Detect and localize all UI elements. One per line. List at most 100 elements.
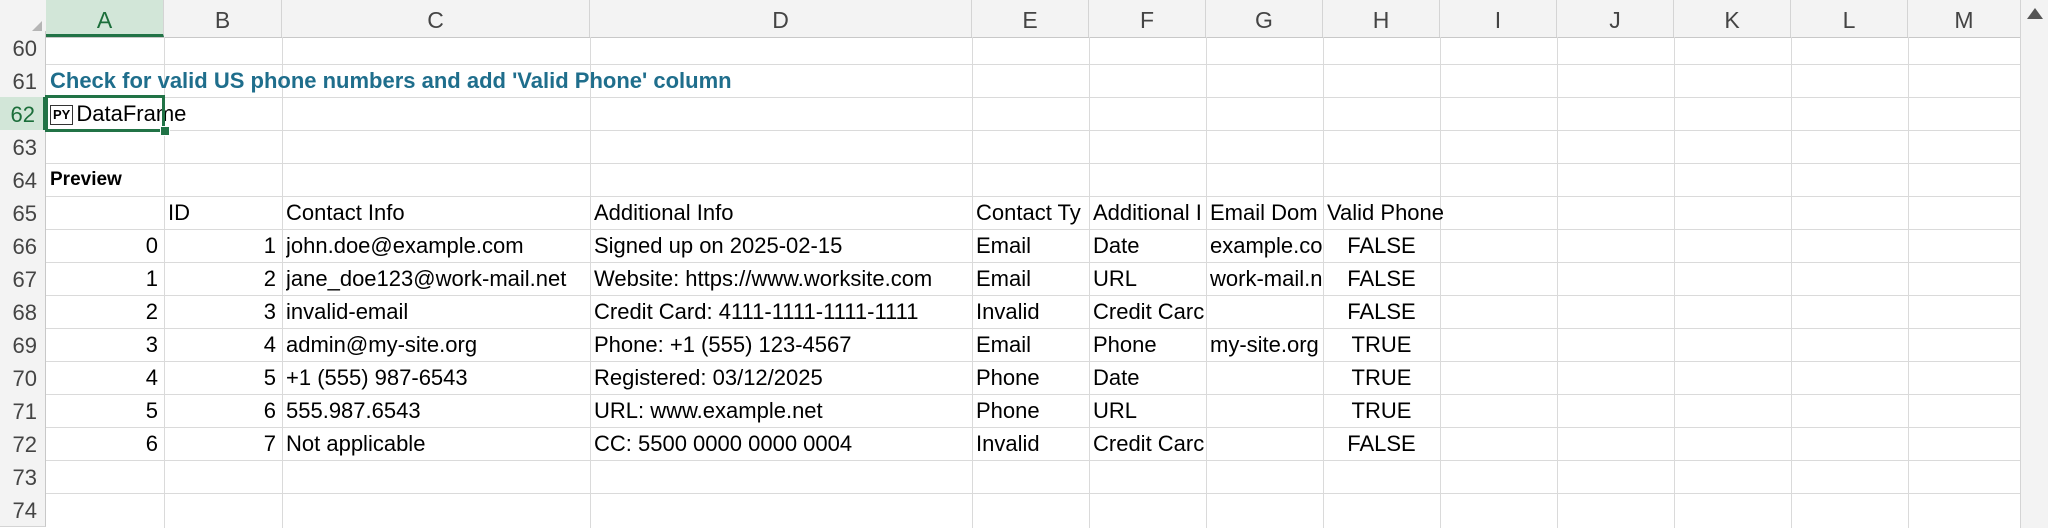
column-header-i[interactable]: I [1440,0,1557,37]
row-header-64[interactable]: 64 [0,163,46,197]
table-cell-type[interactable]: Email [976,262,1088,295]
row-header-65[interactable]: 65 [0,196,46,230]
table-cell-id[interactable]: 7 [164,427,282,460]
table-header-valid-phone[interactable]: Valid Phone [1327,196,1467,229]
row-header-72[interactable]: 72 [0,427,46,461]
column-header-b[interactable]: B [164,0,282,37]
grid-line [46,130,2021,131]
table-cell-valid[interactable]: TRUE [1323,394,1440,427]
row-header-71[interactable]: 71 [0,394,46,428]
table-cell-type[interactable]: Phone [976,394,1088,427]
table-cell-domain[interactable] [1210,394,1322,427]
table-cell-contact[interactable]: john.doe@example.com [286,229,588,262]
table-cell-index[interactable]: 0 [46,229,164,262]
table-cell-additional[interactable]: URL [1093,262,1205,295]
table-cell-domain[interactable] [1210,427,1322,460]
fill-handle[interactable] [160,126,170,136]
table-cell-index[interactable]: 1 [46,262,164,295]
row-header-70[interactable]: 70 [0,361,46,395]
table-cell-info[interactable]: Website: https://www.worksite.com [594,262,970,295]
table-cell-domain[interactable]: example.co [1210,229,1322,262]
row-header-62[interactable]: 62 [0,97,46,131]
column-header-c[interactable]: C [282,0,590,37]
table-cell-info[interactable]: Registered: 03/12/2025 [594,361,970,394]
table-cell-domain[interactable] [1210,361,1322,394]
table-cell-domain[interactable]: work-mail.n [1210,262,1322,295]
table-cell-domain[interactable] [1210,295,1322,328]
table-cell-valid[interactable]: FALSE [1323,295,1440,328]
table-cell-id[interactable]: 5 [164,361,282,394]
table-cell-additional[interactable]: Credit Carc [1093,295,1205,328]
table-cell-index[interactable]: 6 [46,427,164,460]
grid-line [1908,37,1909,528]
table-cell-contact[interactable]: Not applicable [286,427,588,460]
table-cell-additional[interactable]: Phone [1093,328,1205,361]
table-cell-type[interactable]: Email [976,328,1088,361]
table-cell-info[interactable]: Credit Card: 4111-1111-1111-1111 [594,295,970,328]
table-cell-contact[interactable]: invalid-email [286,295,588,328]
table-cell-id[interactable]: 2 [164,262,282,295]
column-header-h[interactable]: H [1323,0,1440,37]
table-cell-contact[interactable]: jane_doe123@work-mail.net [286,262,588,295]
table-cell-additional[interactable]: Date [1093,229,1205,262]
table-cell-id[interactable]: 3 [164,295,282,328]
table-cell-id[interactable]: 4 [164,328,282,361]
scroll-up-arrow-icon[interactable] [2027,8,2043,19]
column-header-g[interactable]: G [1206,0,1323,37]
table-cell-type[interactable]: Phone [976,361,1088,394]
table-cell-id[interactable]: 1 [164,229,282,262]
table-cell-domain[interactable]: my-site.org [1210,328,1322,361]
table-cell-info[interactable]: Phone: +1 (555) 123-4567 [594,328,970,361]
column-header-m[interactable]: M [1908,0,2021,37]
column-header-k[interactable]: K [1674,0,1791,37]
grid-line [46,493,2021,494]
table-cell-index[interactable]: 2 [46,295,164,328]
column-header-a[interactable]: A [46,0,164,37]
table-header-contact-type[interactable]: Contact Ty [976,196,1088,229]
column-header-d[interactable]: D [590,0,972,37]
table-cell-valid[interactable]: TRUE [1323,328,1440,361]
grid-line [590,37,591,528]
table-cell-valid[interactable]: FALSE [1323,427,1440,460]
row-header-67[interactable]: 67 [0,262,46,296]
vertical-scrollbar[interactable] [2020,0,2048,528]
row-header-61[interactable]: 61 [0,64,46,98]
table-cell-valid[interactable]: TRUE [1323,361,1440,394]
table-header-email-domain[interactable]: Email Dom [1210,196,1322,229]
table-cell-additional[interactable]: Date [1093,361,1205,394]
row-header-63[interactable]: 63 [0,130,46,164]
column-header-l[interactable]: L [1791,0,1908,37]
row-header-60[interactable]: 60 [0,31,46,65]
row-header-74[interactable]: 74 [0,493,46,527]
table-cell-valid[interactable]: FALSE [1323,262,1440,295]
table-header-id[interactable]: ID [168,196,280,229]
table-header-additional-info[interactable]: Additional Info [594,196,970,229]
table-cell-valid[interactable]: FALSE [1323,229,1440,262]
table-cell-info[interactable]: URL: www.example.net [594,394,970,427]
table-cell-info[interactable]: Signed up on 2025-02-15 [594,229,970,262]
row-header-69[interactable]: 69 [0,328,46,362]
table-header-additional-type[interactable]: Additional I [1093,196,1205,229]
table-cell-type[interactable]: Invalid [976,295,1088,328]
table-cell-contact[interactable]: admin@my-site.org [286,328,588,361]
table-cell-contact[interactable]: 555.987.6543 [286,394,588,427]
table-cell-type[interactable]: Email [976,229,1088,262]
column-header-e[interactable]: E [972,0,1089,37]
column-header-j[interactable]: J [1557,0,1674,37]
table-cell-additional[interactable]: URL [1093,394,1205,427]
table-cell-info[interactable]: CC: 5500 0000 0000 0004 [594,427,970,460]
table-cell-type[interactable]: Invalid [976,427,1088,460]
row-header-68[interactable]: 68 [0,295,46,329]
table-cell-index[interactable]: 4 [46,361,164,394]
row-header-66[interactable]: 66 [0,229,46,263]
table-cell-additional[interactable]: Credit Carc [1093,427,1205,460]
column-header-f[interactable]: F [1089,0,1206,37]
row-header-73[interactable]: 73 [0,460,46,494]
spreadsheet-grid[interactable]: A B C D E F G H I J K L M 60 61 62 63 64… [0,0,2048,528]
grid-line [46,97,2021,98]
table-cell-contact[interactable]: +1 (555) 987-6543 [286,361,588,394]
table-cell-id[interactable]: 6 [164,394,282,427]
table-header-contact-info[interactable]: Contact Info [286,196,588,229]
table-cell-index[interactable]: 3 [46,328,164,361]
table-cell-index[interactable]: 5 [46,394,164,427]
